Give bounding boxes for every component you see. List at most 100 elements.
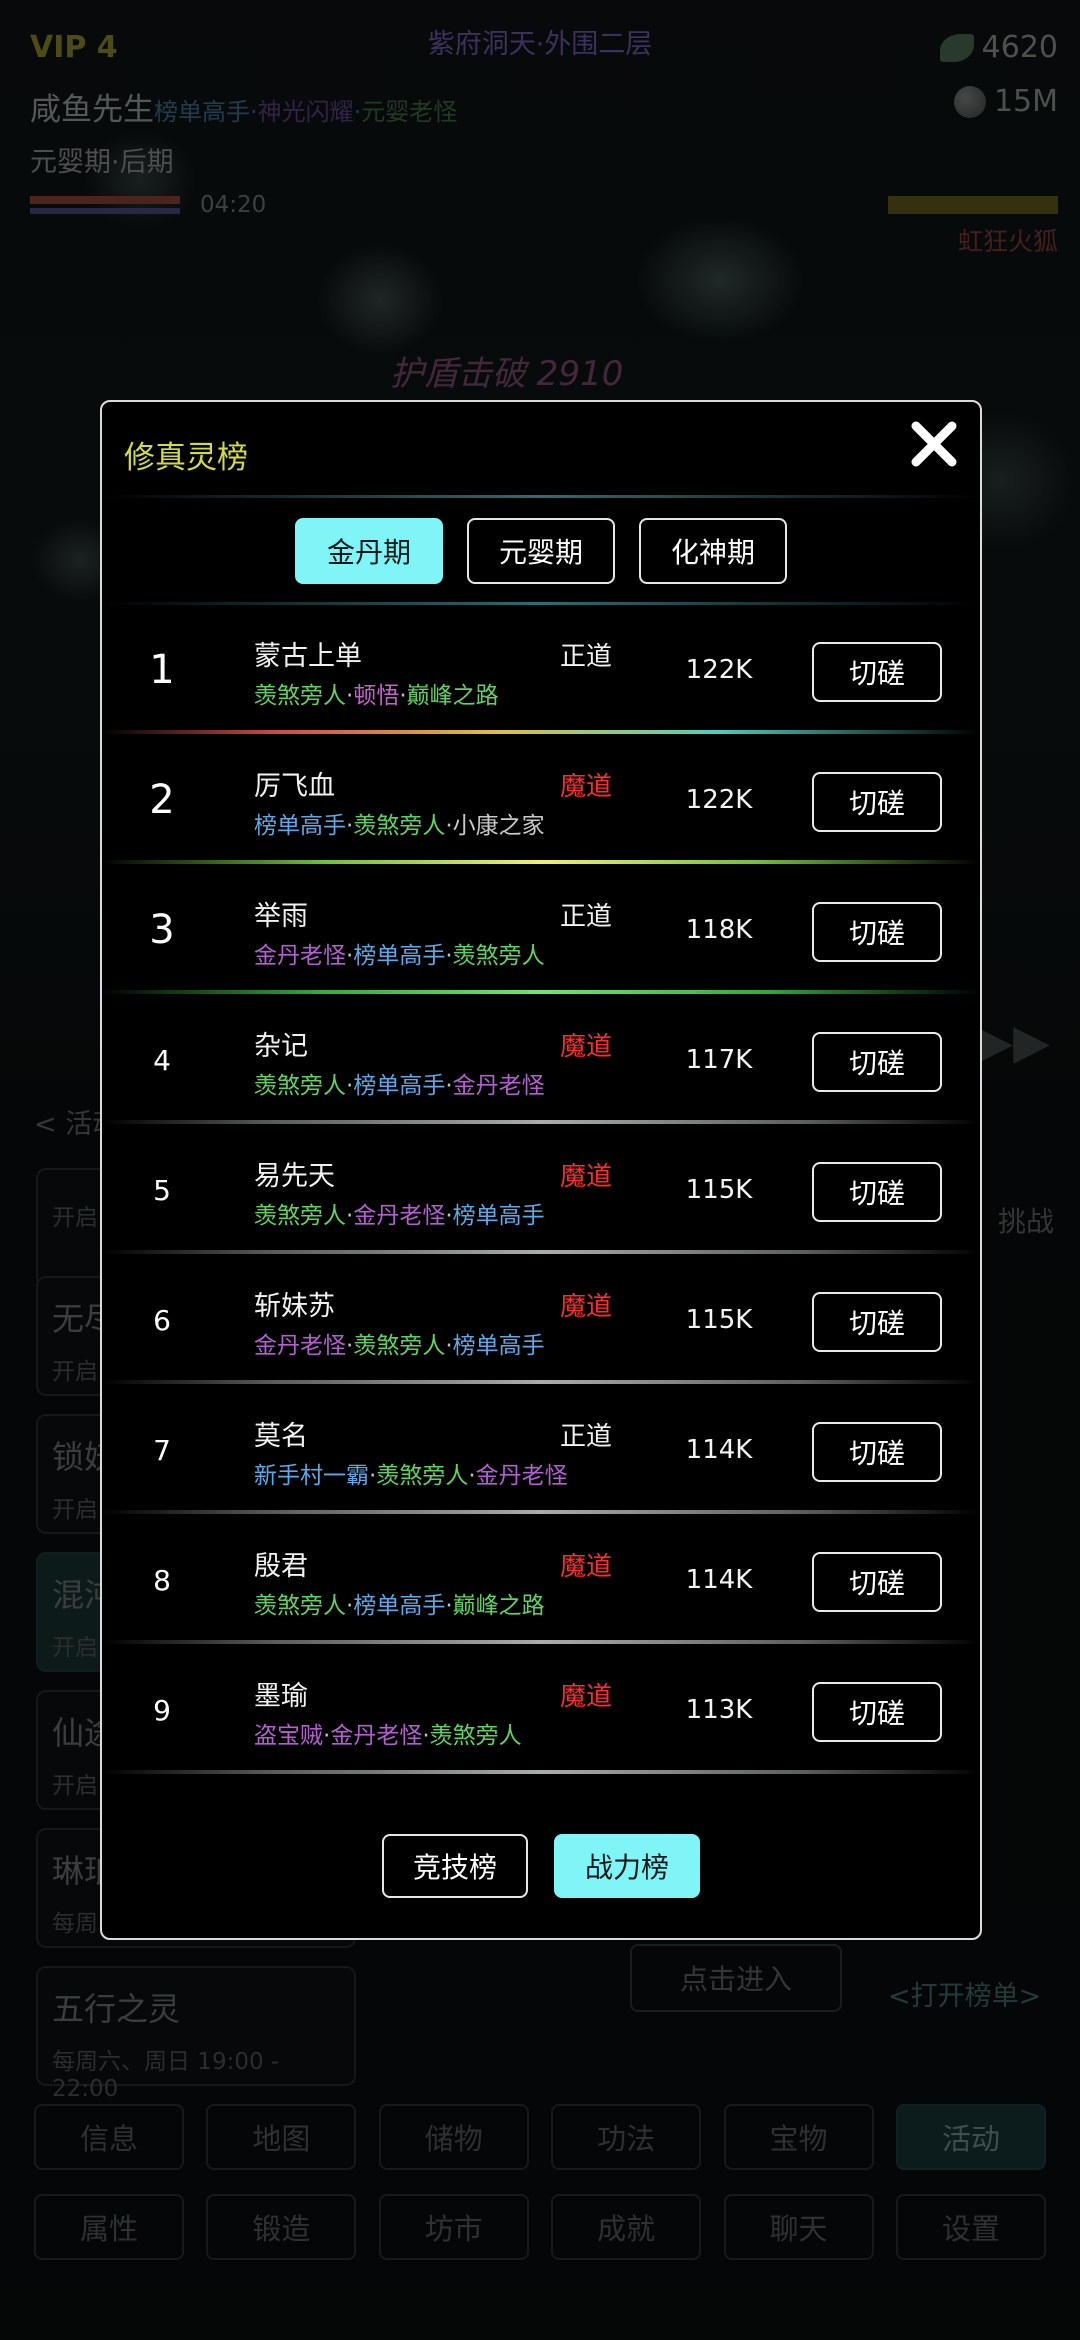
title-badge: 金丹老怪 bbox=[452, 1073, 545, 1099]
ranking-row: 5 易先天羡煞旁人·金丹老怪·榜单高手 魔道 115K 切磋 bbox=[102, 1132, 980, 1262]
title-badge: 羡煞旁人 bbox=[376, 1463, 469, 1489]
title-badge: 羡煞旁人 bbox=[452, 943, 545, 969]
divider bbox=[102, 602, 980, 605]
spar-button[interactable]: 切磋 bbox=[812, 1162, 942, 1222]
tab-yuanying[interactable]: 元婴期 bbox=[467, 518, 615, 584]
modal-title: 修真灵榜 bbox=[124, 440, 248, 476]
player-titles: 新手村一霸·羡煞旁人·金丹老怪 bbox=[254, 1463, 568, 1489]
spar-button[interactable]: 切磋 bbox=[812, 1292, 942, 1352]
rank-number: 7 bbox=[153, 1433, 171, 1467]
row-divider bbox=[102, 1120, 980, 1124]
row-divider bbox=[102, 990, 980, 994]
player-name: 易先天 bbox=[254, 1161, 335, 1192]
title-badge: 巅峰之路 bbox=[452, 1593, 545, 1619]
player-name: 厉飞血 bbox=[254, 771, 335, 802]
rank-number: 6 bbox=[153, 1303, 171, 1337]
alignment-label: 魔道 bbox=[560, 1552, 613, 1582]
spar-button[interactable]: 切磋 bbox=[812, 1682, 942, 1742]
close-icon[interactable] bbox=[906, 416, 962, 472]
spar-button[interactable]: 切磋 bbox=[812, 1552, 942, 1612]
player-titles: 金丹老怪·榜单高手·羡煞旁人 bbox=[254, 943, 545, 969]
ranking-list: 1 蒙古上单 羡煞旁人·顿悟·巅峰之路 正道 122K 切磋 2 厉飞血 榜单高手·羡煞旁人·小… bbox=[102, 612, 980, 1782]
ranking-row: 7 莫名 新手村一霸·羡煞旁人·金丹老怪 正道 114K 切磋 bbox=[102, 1392, 980, 1522]
alignment-label: 正道 bbox=[560, 902, 613, 932]
ranking-row: 4 杂记羡煞旁人·榜单高手·金丹老怪 魔道 117K 切磋 bbox=[102, 1002, 980, 1132]
spar-button[interactable]: 切磋 bbox=[812, 642, 942, 702]
spar-button[interactable]: 切磋 bbox=[812, 772, 942, 832]
player-name: 杂记 bbox=[254, 1031, 308, 1062]
title-badge: 金丹老怪 bbox=[254, 1333, 346, 1359]
title-badge: 榜单高手 bbox=[452, 1333, 545, 1359]
title-badge: 榜单高手 bbox=[353, 1073, 446, 1099]
ranking-modal: 修真灵榜 金丹期 元婴期 化神期 1 蒙古上单 羡煞旁人·顿悟·巅峰之路 正道 122K… bbox=[100, 400, 982, 1940]
title-badge: 羡煞旁人 bbox=[254, 1593, 346, 1619]
ranking-row: 2 厉飞血榜单高手·羡煞旁人·小康之家 魔道 122K 切磋 bbox=[102, 742, 980, 872]
player-titles: 羡煞旁人·榜单高手·金丹老怪 bbox=[254, 1073, 545, 1099]
player-name: 斩妹苏 bbox=[254, 1291, 335, 1322]
ranking-row: 6 斩妹苏金丹老怪·羡煞旁人·榜单高手 魔道 115K 切磋 bbox=[102, 1262, 980, 1392]
ranking-row: 8 殷君 羡煞旁人·榜单高手·巅峰之路 魔道 114K 切磋 bbox=[102, 1522, 980, 1652]
spar-button[interactable]: 切磋 bbox=[812, 1422, 942, 1482]
combat-power: 114K bbox=[685, 1435, 753, 1465]
combat-power: 118K bbox=[685, 915, 753, 945]
ranking-row: 9 墨瑜 盗宝贼·金丹老怪·羡煞旁人 魔道 113K 切磋 bbox=[102, 1652, 980, 1782]
row-divider bbox=[102, 1250, 980, 1254]
rank-number: 1 bbox=[149, 647, 175, 693]
divider bbox=[102, 495, 980, 498]
rank-number: 4 bbox=[153, 1043, 171, 1077]
tab-arena-rank[interactable]: 竞技榜 bbox=[382, 1834, 528, 1898]
title-badge: 顿悟 bbox=[353, 683, 400, 709]
player-name: 举雨 bbox=[254, 901, 308, 932]
title-badge: 羡煞旁人 bbox=[353, 1333, 446, 1359]
player-titles: 羡煞旁人·顿悟·巅峰之路 bbox=[254, 683, 499, 709]
spar-button[interactable]: 切磋 bbox=[812, 1032, 942, 1092]
player-name: 殷君 bbox=[254, 1551, 308, 1582]
title-badge: 金丹老怪 bbox=[254, 943, 346, 969]
title-badge: 榜单高手 bbox=[353, 1593, 446, 1619]
title-badge: 榜单高手 bbox=[353, 943, 446, 969]
title-badge: 巅峰之路 bbox=[406, 683, 499, 709]
row-divider bbox=[102, 730, 980, 734]
title-badge: 小康之家 bbox=[452, 813, 545, 839]
title-badge: 盗宝贼 bbox=[254, 1723, 323, 1749]
alignment-label: 魔道 bbox=[560, 1682, 613, 1712]
alignment-label: 魔道 bbox=[560, 1292, 613, 1322]
spar-button[interactable]: 切磋 bbox=[812, 902, 942, 962]
realm-tabs: 金丹期 元婴期 化神期 bbox=[102, 518, 980, 584]
title-badge: 羡煞旁人 bbox=[254, 683, 346, 709]
player-titles: 金丹老怪·羡煞旁人·榜单高手 bbox=[254, 1333, 545, 1359]
alignment-label: 魔道 bbox=[560, 772, 613, 802]
player-titles: 盗宝贼·金丹老怪·羡煞旁人 bbox=[254, 1723, 522, 1749]
player-titles: 羡煞旁人·金丹老怪·榜单高手 bbox=[254, 1203, 545, 1229]
title-badge: 金丹老怪 bbox=[330, 1723, 423, 1749]
title-badge: 羡煞旁人 bbox=[353, 813, 446, 839]
combat-power: 115K bbox=[685, 1305, 753, 1335]
tab-power-rank[interactable]: 战力榜 bbox=[554, 1834, 700, 1898]
row-divider bbox=[102, 1510, 980, 1514]
player-name: 蒙古上单 bbox=[254, 641, 362, 672]
row-divider bbox=[102, 860, 980, 864]
ranking-row: 3 举雨金丹老怪·榜单高手·羡煞旁人 正道 118K 切磋 bbox=[102, 872, 980, 1002]
rank-number: 3 bbox=[149, 907, 175, 953]
combat-power: 113K bbox=[685, 1695, 753, 1725]
combat-power: 117K bbox=[685, 1045, 753, 1075]
alignment-label: 魔道 bbox=[560, 1162, 613, 1192]
title-badge: 榜单高手 bbox=[254, 813, 346, 839]
combat-power: 115K bbox=[685, 1175, 753, 1205]
alignment-label: 魔道 bbox=[560, 1032, 613, 1062]
row-divider bbox=[102, 1640, 980, 1644]
tab-huashen[interactable]: 化神期 bbox=[639, 518, 787, 584]
rank-number: 9 bbox=[153, 1693, 171, 1727]
alignment-label: 正道 bbox=[560, 642, 613, 672]
row-divider bbox=[102, 1380, 980, 1384]
title-badge: 羡煞旁人 bbox=[254, 1073, 346, 1099]
rank-number: 5 bbox=[153, 1173, 171, 1207]
rank-number: 2 bbox=[149, 777, 175, 823]
rank-number: 8 bbox=[153, 1563, 171, 1597]
player-titles: 榜单高手·羡煞旁人·小康之家 bbox=[254, 813, 545, 839]
combat-power: 122K bbox=[685, 785, 753, 815]
ranking-row: 1 蒙古上单 羡煞旁人·顿悟·巅峰之路 正道 122K 切磋 bbox=[102, 612, 980, 742]
title-badge: 榜单高手 bbox=[452, 1203, 545, 1229]
tab-jindan[interactable]: 金丹期 bbox=[295, 518, 443, 584]
title-badge: 金丹老怪 bbox=[353, 1203, 446, 1229]
